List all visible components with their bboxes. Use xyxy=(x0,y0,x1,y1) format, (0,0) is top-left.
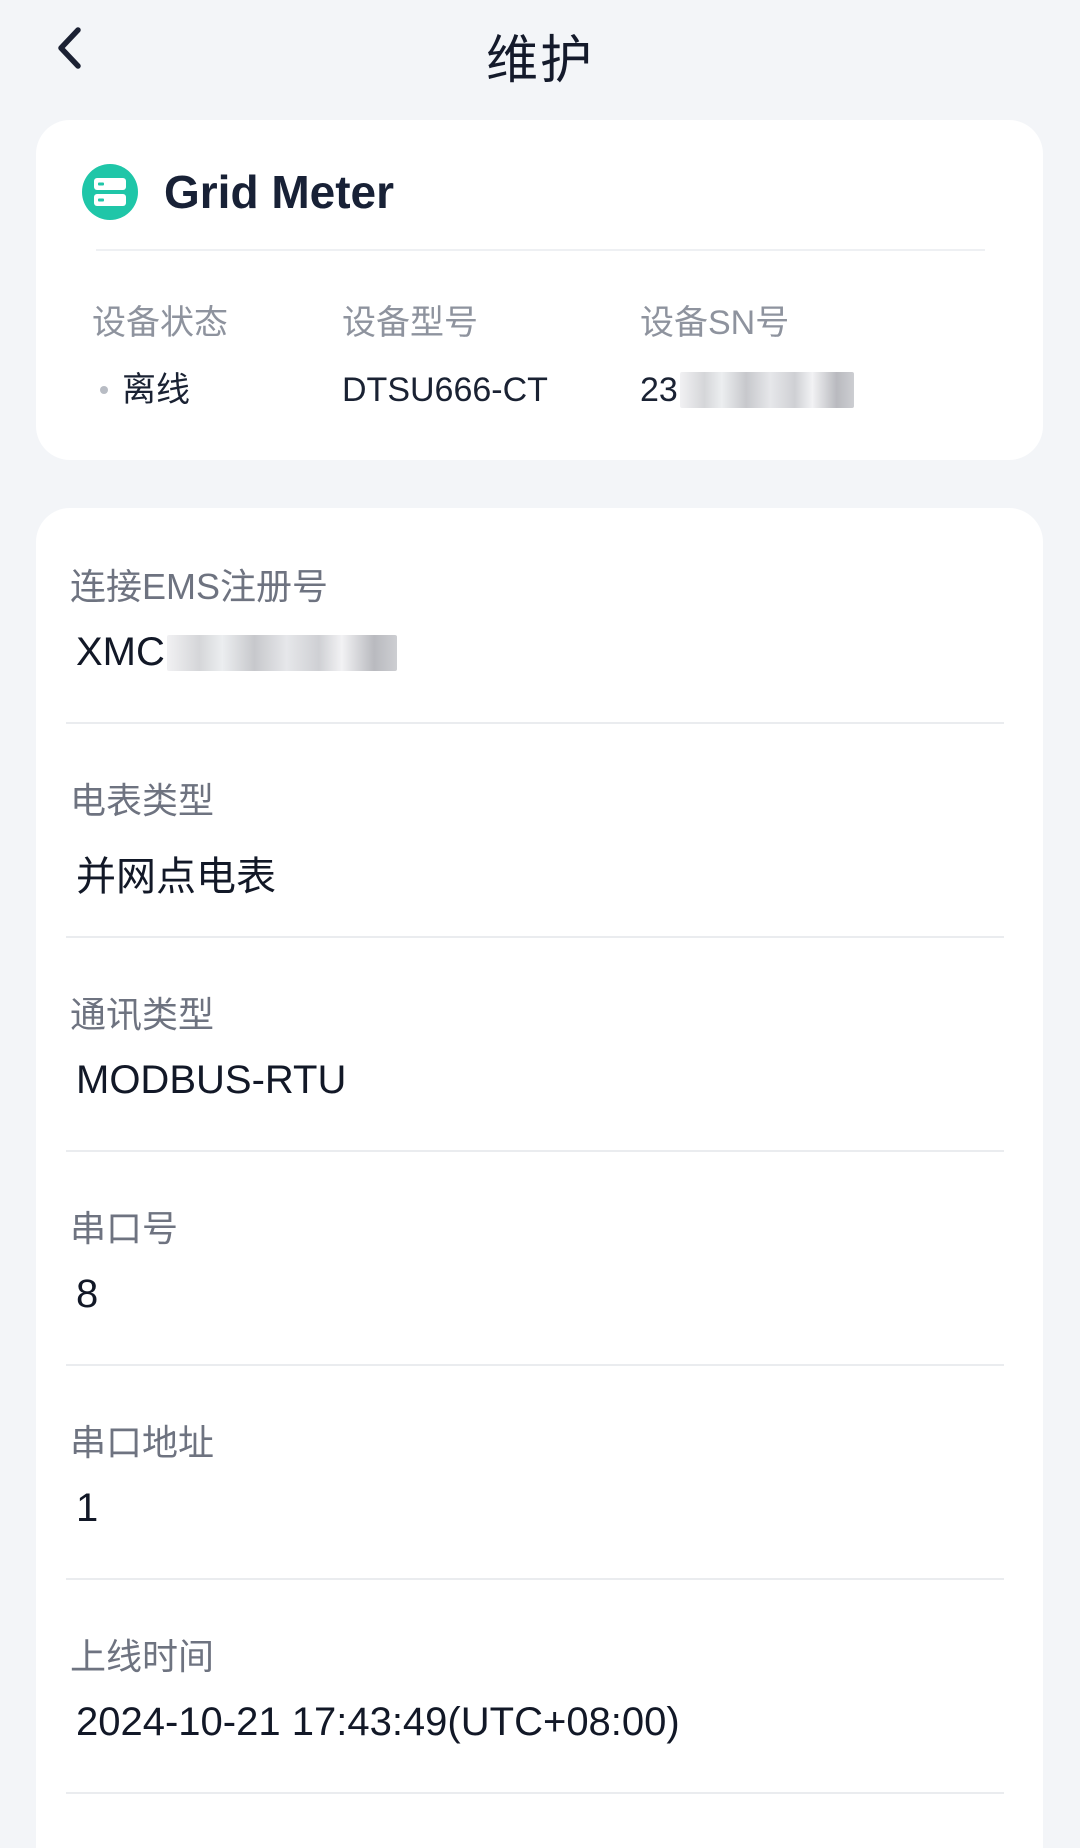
device-model-label: 设备型号 xyxy=(342,304,478,342)
ems-value: XMC xyxy=(76,630,165,674)
serial-address-value: 1 xyxy=(76,1486,99,1530)
ems-value-row: XMC xyxy=(76,630,397,675)
comm-type-label: 通讯类型 xyxy=(70,994,215,1035)
meter-type-label: 电表类型 xyxy=(70,780,215,821)
device-header: Grid Meter xyxy=(82,164,394,220)
serial-port-value: 8 xyxy=(76,1272,99,1316)
details-card: 连接EMS注册号 XMC 电表类型 并网点电表 通讯类型 MODBUS-RTU … xyxy=(36,508,1043,1848)
comm-type-value: MODBUS-RTU xyxy=(76,1058,347,1102)
device-sn-label: 设备SN号 xyxy=(640,304,790,342)
online-time-value: 2024-10-21 17:43:49(UTC+08:00) xyxy=(76,1700,680,1744)
serial-address-label: 串口地址 xyxy=(70,1422,215,1463)
device-model-value: DTSU666-CT xyxy=(342,371,548,409)
device-status-label: 设备状态 xyxy=(92,304,228,342)
field-serial-port: 串口号 8 xyxy=(66,1150,1004,1366)
status-dot-icon xyxy=(100,386,108,394)
field-comm-type: 通讯类型 MODBUS-RTU xyxy=(66,936,1004,1152)
online-time-label: 上线时间 xyxy=(70,1636,215,1677)
device-summary-card: Grid Meter 设备状态 离线 设备型号 DTSU666-CT 设备SN号… xyxy=(36,120,1043,460)
meter-type-value: 并网点电表 xyxy=(76,855,276,899)
device-status: 设备状态 离线 xyxy=(92,298,228,414)
serial-port-label: 串口号 xyxy=(70,1208,179,1249)
field-serial-address: 串口地址 1 xyxy=(66,1364,1004,1580)
device-status-row: 离线 xyxy=(92,366,228,414)
top-bar: 维护 xyxy=(0,0,1080,104)
field-meter-type: 电表类型 并网点电表 xyxy=(66,722,1004,938)
page-title: 维护 xyxy=(485,32,594,90)
device-sn-value: 23 xyxy=(640,371,678,409)
server-icon xyxy=(82,164,138,220)
device-model: 设备型号 DTSU666-CT xyxy=(342,298,548,414)
device-status-value: 离线 xyxy=(122,371,190,409)
redacted-ems xyxy=(166,634,397,671)
device-sn-row: 23 xyxy=(640,366,854,414)
device-sn: 设备SN号 23 xyxy=(640,298,854,414)
field-online-time: 上线时间 2024-10-21 17:43:49(UTC+08:00) xyxy=(66,1578,1004,1794)
ems-label: 连接EMS注册号 xyxy=(70,566,329,607)
device-name: Grid Meter xyxy=(164,166,395,218)
redacted-sn xyxy=(679,372,854,408)
divider xyxy=(96,249,985,251)
field-ems-registration: 连接EMS注册号 XMC xyxy=(66,508,1004,724)
